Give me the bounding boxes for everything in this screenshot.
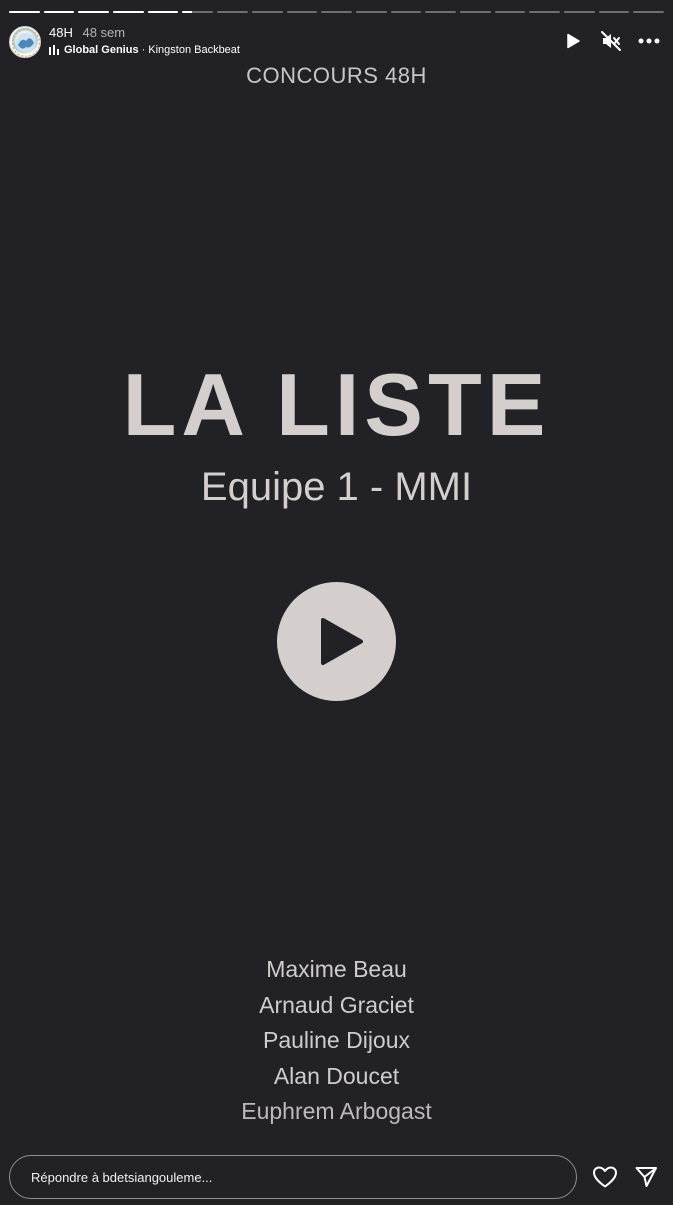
progress-segment [43, 11, 75, 13]
reply-input[interactable]: Répondre à bdetsiangouleme... [9, 1155, 577, 1199]
progress-segment [355, 11, 387, 13]
progress-segment [182, 11, 214, 13]
story-header: 48H 48 sem Global Genius · Kingston Back… [9, 25, 661, 61]
progress-segment [78, 11, 110, 13]
video-play-button[interactable] [277, 582, 396, 701]
progress-segment [321, 11, 352, 13]
reply-placeholder: Répondre à bdetsiangouleme... [31, 1169, 213, 1185]
team-member-name: Maxime Beau [266, 956, 407, 982]
progress-segment [147, 11, 179, 13]
more-options-icon[interactable] [637, 29, 661, 53]
progress-segment [425, 11, 456, 13]
avatar-logo-icon [11, 28, 40, 57]
progress-segment [564, 11, 595, 13]
music-track: Kingston Backbeat [148, 44, 240, 56]
play-icon[interactable] [561, 29, 585, 53]
video-title: LA LISTE [122, 355, 551, 454]
progress-segment [494, 11, 526, 13]
progress-segment [529, 11, 560, 13]
speaker-muted-icon[interactable] [599, 29, 623, 53]
contest-label: CONCOURS 48H [246, 63, 427, 88]
music-artist: Global Genius [64, 44, 139, 56]
paper-plane-icon[interactable] [632, 1163, 660, 1191]
music-bars-icon [49, 45, 59, 55]
progress-segment [217, 11, 248, 13]
username[interactable]: 48H [49, 25, 73, 40]
team-member-name: Arnaud Graciet [259, 991, 414, 1018]
progress-segment [459, 11, 491, 13]
progress-segment [9, 11, 40, 13]
progress-segment [633, 11, 665, 13]
user-line: 48H 48 sem [49, 25, 125, 40]
progress-segment [286, 11, 318, 13]
progress-segment [598, 11, 630, 13]
header-actions [561, 29, 661, 53]
video-subtitle: Equipe 1 - MMI [200, 465, 473, 509]
team-members-list: Maxime Beau Arnaud Graciet Pauline Dijoux A… [0, 952, 673, 1130]
progress-segment [251, 11, 283, 13]
heart-icon[interactable] [591, 1163, 619, 1191]
avatar[interactable] [9, 26, 41, 58]
music-attribution[interactable]: Global Genius · Kingston Backbeat [49, 44, 240, 56]
story-progress-bar [9, 11, 665, 14]
team-member-name: Euphrem Arbogast [241, 1098, 432, 1124]
post-time: 48 sem [82, 25, 126, 40]
music-separator: · [141, 44, 146, 56]
progress-segment [113, 11, 144, 13]
progress-segment [390, 11, 422, 13]
team-member-name: Pauline Dijoux [262, 1027, 411, 1053]
team-member-name: Alan Doucet [273, 1062, 400, 1089]
play-triangle-icon [321, 618, 363, 665]
